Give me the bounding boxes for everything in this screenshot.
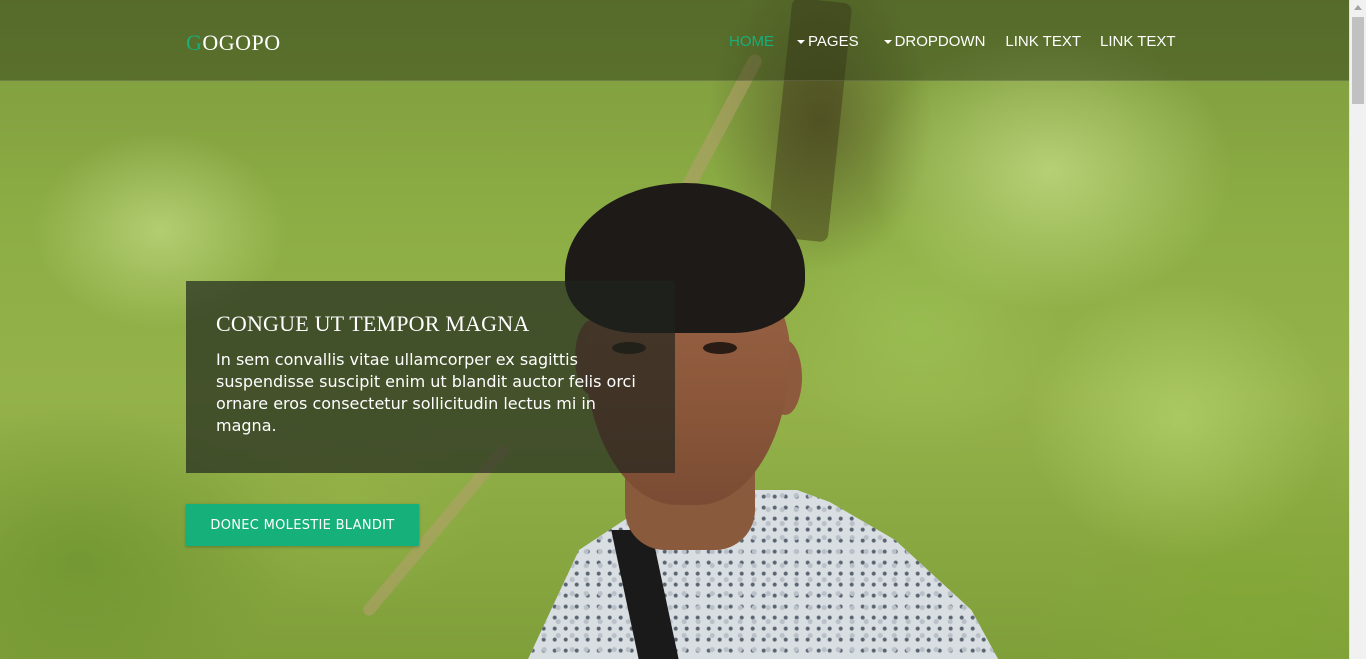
brand-logo-text: OGOPO <box>202 30 281 55</box>
nav-item-link-text-2[interactable]: LINK TEXT <box>1100 33 1176 50</box>
nav-item-pages[interactable]: PAGES <box>797 33 859 50</box>
caret-down-icon <box>883 39 892 44</box>
brand-logo[interactable]: GOGOPO <box>186 30 281 56</box>
nav-item-dropdown[interactable]: DROPDOWN <box>883 33 986 50</box>
top-navbar: GOGOPO HOME PAGES DROPDOWN LINK TEXT LIN… <box>0 0 1349 81</box>
hero-title: CONGUE UT TEMPOR MAGNA <box>216 311 530 336</box>
nav-item-link-text-1[interactable]: LINK TEXT <box>1005 33 1081 50</box>
nav-item-label: HOME <box>729 33 774 50</box>
brand-logo-initial: G <box>186 30 203 55</box>
nav-item-label: PAGES <box>808 33 859 50</box>
nav-item-home[interactable]: HOME <box>729 33 774 50</box>
caret-down-icon <box>797 39 805 44</box>
nav-item-label: LINK TEXT <box>1005 33 1081 50</box>
main-nav: HOME PAGES DROPDOWN LINK TEXT LINK TEXT <box>729 33 1176 50</box>
hero-description: In sem convallis vitae ullamcorper ex sa… <box>216 350 636 435</box>
nav-item-label: DROPDOWN <box>894 33 986 50</box>
scrollbar-thumb[interactable] <box>1352 17 1364 104</box>
page: GOGOPO HOME PAGES DROPDOWN LINK TEXT LIN… <box>0 0 1366 659</box>
hero-cta-button[interactable]: DONEC MOLESTIE BLANDIT <box>186 504 419 546</box>
page-scrollbar[interactable] <box>1349 0 1366 659</box>
nav-item-label: LINK TEXT <box>1100 33 1176 50</box>
scroll-up-arrow-icon[interactable] <box>1354 5 1362 10</box>
hero-caption-box: CONGUE UT TEMPOR MAGNA In sem convallis … <box>186 281 675 473</box>
